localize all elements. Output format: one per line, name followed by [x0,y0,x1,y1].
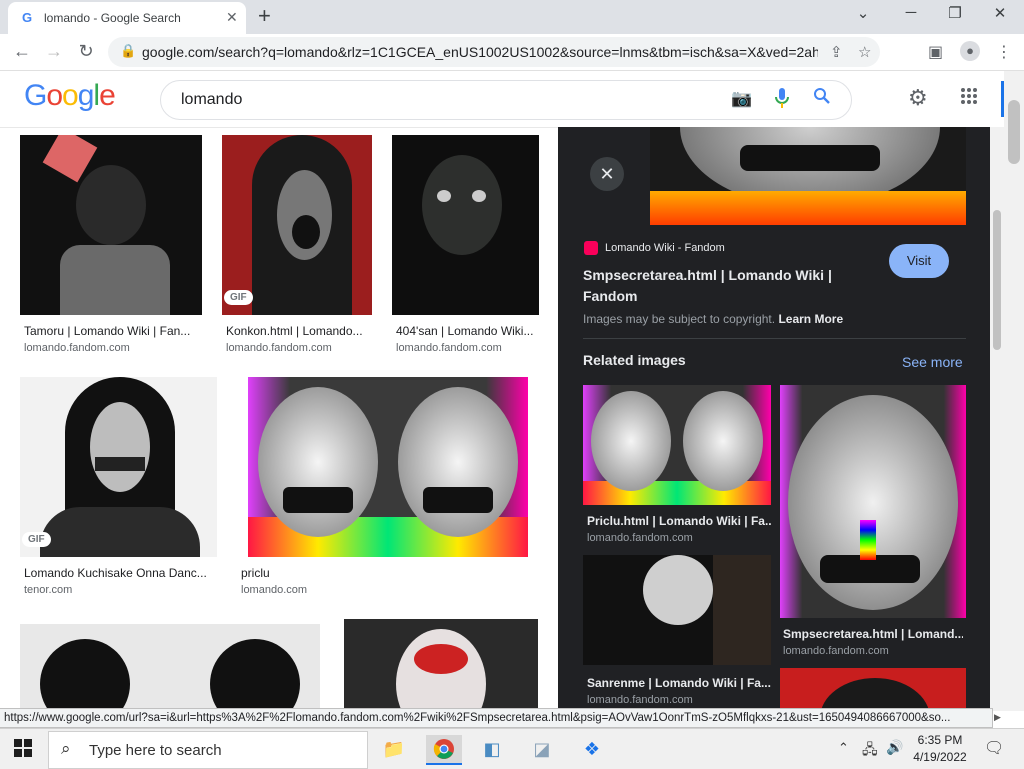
related-image-3[interactable] [583,555,771,665]
profile-icon[interactable]: ● [960,41,980,61]
tray-chevron-icon[interactable]: ⌃ [838,740,849,756]
result-image-1[interactable] [20,135,202,315]
related-heading: Related images [583,352,686,368]
close-tab-icon[interactable]: ✕ [226,9,238,26]
file-explorer-icon[interactable]: 📁 [376,735,412,763]
share-icon[interactable]: ⇪ [830,43,843,61]
taskbar-search-placeholder[interactable]: Type here to search [89,742,222,759]
windows-taskbar: ⌕ Type here to search 📁 ◧ ◪ ❖ ⌃ 🖧 🔊 6:35… [0,728,1024,769]
new-tab-icon[interactable]: + [258,3,271,29]
see-more-link[interactable]: See more [902,354,963,370]
related-caption[interactable]: Smpsecretarea.html | Lomand... [783,627,963,641]
image-preview-panel: ✕ Lomando Wiki - Fandom Smpsecretarea.ht… [558,127,990,711]
settings-gear-icon[interactable]: ⚙ [908,85,928,111]
visit-button[interactable]: Visit [889,244,949,278]
related-source: lomando.fandom.com [587,532,693,544]
search-box[interactable]: lomando 📷 [160,80,852,120]
result-image-2[interactable]: GIF [222,135,372,315]
restore-icon[interactable]: ❐ [940,4,970,22]
notifications-icon[interactable]: 🗨 [984,738,1004,758]
tab-title: lomando - Google Search [44,11,181,25]
related-image-4[interactable] [780,668,966,711]
windows-start-icon[interactable] [14,739,32,762]
browser-tab[interactable]: G lomando - Google Search ✕ [8,2,246,34]
clock-time: 6:35 PM [917,733,963,747]
page-scrollbar[interactable]: ▲ [1004,71,1024,711]
divider [583,338,966,339]
google-logo[interactable]: Google [24,79,116,113]
result-source: lomando.com [241,584,308,596]
scroll-thumb[interactable] [1008,100,1020,164]
copyright-note: Images may be subject to copyright. Lear… [583,312,843,326]
apps-grid-icon[interactable] [960,87,978,110]
app-icon-1[interactable]: ◧ [474,735,510,763]
gif-badge: GIF [224,290,253,305]
related-image-2[interactable] [780,385,966,618]
related-caption[interactable]: Sanrenme | Lomando Wiki | Fa... [587,676,771,690]
sidebar-icon[interactable]: ▣ [928,42,943,62]
forward-icon[interactable]: → [42,41,66,62]
preview-site[interactable]: Lomando Wiki - Fandom [605,242,725,254]
back-icon[interactable]: ← [10,41,34,62]
chrome-icon[interactable] [426,735,462,765]
app-icon-2[interactable]: ◪ [524,735,560,763]
result-caption[interactable]: Konkon.html | Lomando... [226,324,372,338]
result-caption[interactable]: 404'san | Lomando Wiki... [396,324,538,338]
result-image-3[interactable] [392,135,539,315]
panel-scroll-thumb[interactable] [993,210,1001,350]
address-bar[interactable]: 🔒 google.com/search?q=lomando&rlz=1C1GCE… [108,37,880,67]
result-image-6[interactable] [20,624,320,708]
status-bar: https://www.google.com/url?sa=i&url=http… [0,708,993,728]
related-source: lomando.fandom.com [783,645,889,657]
preview-title-line2[interactable]: Fandom [583,286,832,307]
copyright-text: Images may be subject to copyright. [583,312,776,326]
menu-icon[interactable]: ⋮ [996,42,1012,62]
learn-more-link[interactable]: Learn More [778,312,843,326]
network-icon[interactable]: 🖧 [862,739,878,763]
related-caption[interactable]: Priclu.html | Lomando Wiki | Fa... [587,514,771,528]
tab-strip: G lomando - Google Search ✕ + ⌄ ─ ❐ ✕ [0,0,1024,34]
tab-search-icon[interactable]: ⌄ [848,4,878,22]
star-icon[interactable]: ☆ [858,43,871,61]
microphone-icon[interactable] [775,87,789,108]
preview-title[interactable]: Smpsecretarea.html | Lomando Wiki | Fand… [583,265,832,307]
gif-badge: GIF [22,532,51,547]
browser-toolbar: ← → ↻ 🔒 google.com/search?q=lomando&rlz=… [0,34,1024,71]
related-source: lomando.fandom.com [587,694,693,706]
clock-date: 4/19/2022 [913,750,967,764]
clock[interactable]: 6:35 PM 4/19/2022 [908,732,972,766]
result-caption[interactable]: Tamoru | Lomando Wiki | Fan... [24,324,200,338]
search-input[interactable]: lomando [181,91,242,109]
result-source: tenor.com [24,584,73,596]
scroll-right-icon[interactable]: ▶ [994,712,1001,723]
volume-icon[interactable]: 🔊 [886,739,903,756]
search-icon[interactable] [813,87,831,110]
close-window-icon[interactable]: ✕ [985,4,1015,22]
app-icon-3[interactable]: ❖ [574,735,610,763]
result-source: lomando.fandom.com [24,342,130,354]
preview-image[interactable] [650,127,966,225]
preview-title-line1[interactable]: Smpsecretarea.html | Lomando Wiki | [583,265,832,286]
taskbar-search-icon: ⌕ [61,739,71,758]
url-text[interactable]: google.com/search?q=lomando&rlz=1C1GCEA_… [142,44,818,60]
status-url: https://www.google.com/url?sa=i&url=http… [4,712,951,724]
result-image-4[interactable]: GIF [20,377,217,557]
result-image-5[interactable] [248,377,528,557]
google-favicon-icon: G [22,10,33,25]
close-preview-icon[interactable]: ✕ [590,157,624,191]
result-source: lomando.fandom.com [226,342,332,354]
reload-icon[interactable]: ↻ [74,41,98,62]
result-caption[interactable]: priclu [241,566,441,580]
minimize-icon[interactable]: ─ [896,4,926,21]
taskbar-search-box[interactable]: ⌕ Type here to search [48,731,368,769]
camera-icon[interactable]: 📷 [731,89,752,109]
fandom-icon [584,241,598,255]
result-caption[interactable]: Lomando Kuchisake Onna Danc... [24,566,214,580]
lock-icon[interactable]: 🔒 [120,43,136,59]
related-image-1[interactable] [583,385,771,505]
google-header: Google lomando 📷 ⚙ [0,71,1005,128]
result-image-7[interactable] [344,619,538,708]
result-source: lomando.fandom.com [396,342,502,354]
